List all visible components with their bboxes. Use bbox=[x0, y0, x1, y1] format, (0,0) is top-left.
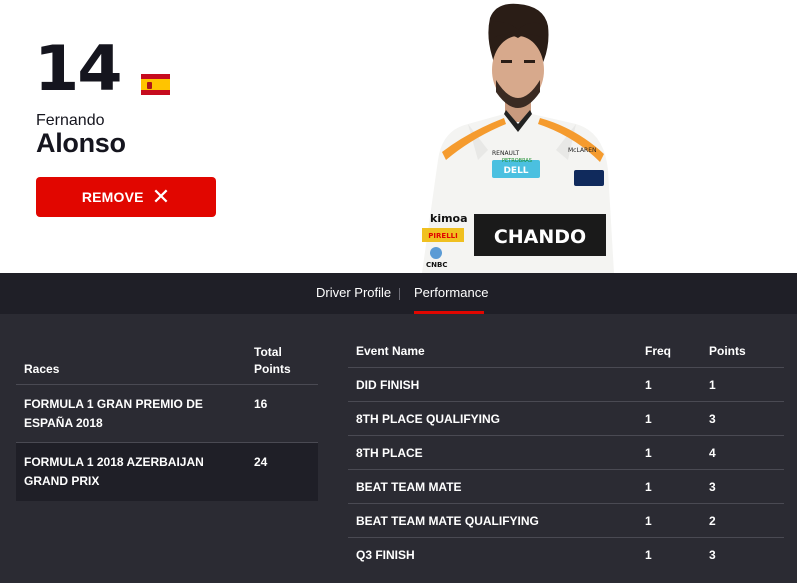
event-points: 3 bbox=[709, 412, 716, 426]
event-name: Q3 FINISH bbox=[356, 548, 415, 562]
remove-button[interactable]: REMOVE ✕ bbox=[36, 177, 216, 217]
kimoa-sponsor-text: kimoa bbox=[430, 212, 468, 225]
races-column-header: Races bbox=[24, 362, 60, 376]
close-icon: ✕ bbox=[151, 184, 171, 209]
race-name: FORMULA 1 2018 AZERBAIJAN GRAND PRIX bbox=[24, 455, 204, 488]
active-tab-indicator bbox=[414, 311, 484, 314]
table-row: 8TH PLACE 1 4 bbox=[348, 436, 784, 470]
tab-divider bbox=[399, 288, 400, 300]
event-points: 1 bbox=[709, 378, 716, 392]
table-row: DID FINISH 1 1 bbox=[348, 368, 784, 402]
freq-column-header: Freq bbox=[645, 344, 672, 358]
event-freq: 1 bbox=[645, 548, 652, 562]
table-row[interactable]: FORMULA 1 2018 AZERBAIJAN GRAND PRIX 24 bbox=[16, 443, 318, 501]
tab-bar: Driver Profile Performance bbox=[0, 273, 797, 314]
cnbc-sponsor-text: CNBC bbox=[426, 261, 447, 269]
driver-number: 14 bbox=[34, 32, 123, 105]
event-name-column-header: Event Name bbox=[356, 344, 425, 358]
event-points: 3 bbox=[709, 548, 716, 562]
chest-sponsor-text: CHANDO bbox=[494, 226, 586, 248]
event-name: BEAT TEAM MATE QUALIFYING bbox=[356, 514, 539, 528]
driver-portrait: CHANDO DELL RENAULT PETROBRAS McLAREN ki… bbox=[422, 3, 614, 273]
petrobras-sponsor-text: PETROBRAS bbox=[502, 158, 532, 164]
driver-last-name: Alonso bbox=[36, 128, 126, 158]
events-table: Event Name Freq Points DID FINISH 1 1 8T… bbox=[348, 338, 784, 572]
tab-performance[interactable]: Performance bbox=[414, 285, 488, 300]
event-freq: 1 bbox=[645, 480, 652, 494]
race-name: FORMULA 1 GRAN PREMIO DE ESPAÑA 2018 bbox=[24, 397, 203, 430]
events-table-header: Event Name Freq Points bbox=[348, 338, 784, 368]
table-row: 8TH PLACE QUALIFYING 1 3 bbox=[348, 402, 784, 436]
table-row: BEAT TEAM MATE 1 3 bbox=[348, 470, 784, 504]
table-row[interactable]: FORMULA 1 GRAN PREMIO DE ESPAÑA 2018 16 bbox=[16, 385, 318, 443]
mclaren-sponsor-text: McLAREN bbox=[568, 147, 597, 154]
event-name: 8TH PLACE QUALIFYING bbox=[356, 412, 501, 426]
races-table-header: Races Total Points bbox=[16, 338, 318, 385]
race-points: 16 bbox=[254, 397, 268, 411]
total-points-column-header: Total Points bbox=[254, 345, 291, 376]
event-points: 2 bbox=[709, 514, 716, 528]
event-freq: 1 bbox=[645, 514, 652, 528]
event-name: BEAT TEAM MATE bbox=[356, 480, 462, 494]
race-points: 24 bbox=[254, 455, 268, 469]
table-row: BEAT TEAM MATE QUALIFYING 1 2 bbox=[348, 504, 784, 538]
event-name: 8TH PLACE bbox=[356, 446, 423, 460]
event-points: 4 bbox=[709, 446, 716, 460]
driver-header: 14 Fernando Alonso REMOVE ✕ CHANDO DELL … bbox=[0, 0, 797, 273]
pirelli-sponsor-text: PIRELLI bbox=[428, 232, 457, 240]
renault-sponsor-text: RENAULT bbox=[492, 150, 519, 157]
event-freq: 1 bbox=[645, 412, 652, 426]
races-table: Races Total Points FORMULA 1 GRAN PREMIO… bbox=[16, 338, 318, 501]
table-row: Q3 FINISH 1 3 bbox=[348, 538, 784, 572]
remove-button-label: REMOVE bbox=[81, 189, 144, 205]
event-freq: 1 bbox=[645, 446, 652, 460]
tab-driver-profile[interactable]: Driver Profile bbox=[316, 285, 391, 300]
spain-flag-icon bbox=[141, 74, 170, 95]
dell-sponsor-text: DELL bbox=[503, 166, 528, 176]
event-freq: 1 bbox=[645, 378, 652, 392]
event-name: DID FINISH bbox=[356, 378, 420, 392]
event-points: 3 bbox=[709, 480, 716, 494]
points-column-header: Points bbox=[709, 344, 746, 358]
